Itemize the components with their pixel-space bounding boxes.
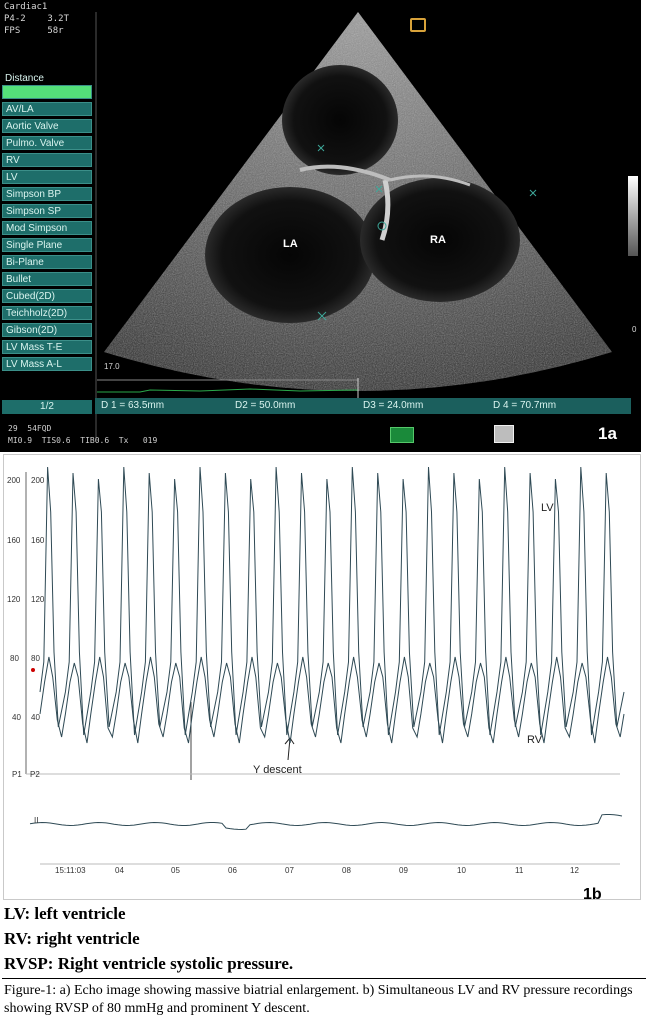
figure-caption: Figure-1: a) Echo image showing massive … [4, 983, 633, 1016]
echo-header-line-1: Cardiac1 [4, 2, 48, 12]
menu-item-single-plane[interactable]: Single Plane [2, 238, 92, 252]
label-lv-trace: LV [541, 502, 554, 514]
legend-lv: LV: left ventricle [4, 904, 126, 923]
menu-item-gibson[interactable]: Gibson(2D) [2, 323, 92, 337]
menu-item-mod-simpson[interactable]: Mod Simpson [2, 221, 92, 235]
time-tick: 06 [228, 866, 237, 875]
grayscale-bar [628, 176, 638, 256]
pressure-tracing [25, 466, 625, 865]
pressure-panel: 200 160 120 80 40 200 160 120 80 40 P1 P… [0, 452, 641, 904]
time-tick: 10 [457, 866, 466, 875]
time-tick: 12 [570, 866, 579, 875]
y-label-40-left: 40 [12, 713, 21, 722]
menu-item-teichholz[interactable]: Teichholz(2D) [2, 306, 92, 320]
menu-item-lv-mass-al[interactable]: LV Mass A-L [2, 357, 92, 371]
y-label-80-right: 80 [31, 654, 40, 663]
ecg-waveform [29, 814, 623, 831]
panel-tag-1a: 1a [598, 424, 617, 443]
menu-item-rv[interactable]: RV [2, 153, 92, 167]
menu-title: Distance [5, 73, 44, 84]
print-indicator-icon [494, 425, 514, 443]
time-tick: 05 [171, 866, 180, 875]
y-label-200-right: 200 [31, 476, 45, 485]
echo-footer-line-2: MI0.9 TIS0.6 TIB0.6 Tx 019 [8, 436, 158, 445]
menu-page-indicator[interactable]: 1/2 [2, 400, 92, 414]
menu-item-simpson-bp[interactable]: Simpson BP [2, 187, 92, 201]
y-label-160-left: 160 [7, 536, 21, 545]
measurement-menu: Distance Mitral Valve AV/LA Aortic Valve… [2, 72, 92, 374]
measurement-d4: D 4 = 70.7mm [493, 400, 557, 411]
menu-item-bullet[interactable]: Bullet [2, 272, 92, 286]
time-tick: 09 [399, 866, 408, 875]
echo-header-line-3: FPS 58r [4, 26, 64, 36]
measurement-results-bar: D 1 = 63.5mm D2 = 50.0mm D3 = 24.0mm D 4… [95, 398, 631, 414]
time-tick: 11 [515, 866, 524, 875]
measurement-d3: D3 = 24.0mm [363, 400, 424, 411]
orientation-marker-icon [410, 18, 426, 32]
menu-item-pulmo-valve[interactable]: Pulmo. Valve [2, 136, 92, 150]
echo-header-line-2: P4-2 3.2T [4, 14, 70, 24]
menu-item-av-la[interactable]: AV/LA [2, 102, 92, 116]
p1-label: P1 [12, 770, 22, 779]
menu-item-aortic-valve[interactable]: Aortic Valve [2, 119, 92, 133]
legend-rvsp: RVSP: Right ventricle systolic pressure. [4, 954, 294, 973]
y-label-120-left: 120 [7, 595, 21, 604]
y-label-160-right: 160 [31, 536, 45, 545]
time-tick: 04 [115, 866, 124, 875]
y-label-200-left: 200 [7, 476, 21, 485]
depth-label: 17.0 [104, 362, 120, 371]
time-tick: 07 [285, 866, 294, 875]
measurement-d2: D2 = 50.0mm [235, 400, 296, 411]
menu-item-lv-mass-te[interactable]: LV Mass T-E [2, 340, 92, 354]
ecg-lead-label: II [34, 816, 39, 825]
echo-sector-image [95, 12, 612, 440]
label-y-descent: Y descent [253, 764, 302, 776]
p2-label: P2 [30, 770, 40, 779]
freeze-indicator-icon [390, 427, 414, 443]
rv-pressure-waveform [39, 656, 625, 744]
y-label-120-right: 120 [31, 595, 45, 604]
time-tick: 15:11:03 [55, 866, 86, 875]
menu-item-bi-plane[interactable]: Bi-Plane [2, 255, 92, 269]
caption-divider [2, 978, 646, 979]
menu-item-simpson-sp[interactable]: Simpson SP [2, 204, 92, 218]
menu-item-cubed[interactable]: Cubed(2D) [2, 289, 92, 303]
label-ra: RA [430, 234, 446, 246]
label-rv-trace: RV [527, 734, 543, 746]
panel-tag-1b: 1b [583, 886, 602, 903]
echo-footer-line-1: 29 54FQD [8, 424, 52, 433]
label-la: LA [283, 238, 298, 250]
echo-panel: Cardiac1 P4-2 3.2T FPS 58r Distance Mitr… [0, 0, 641, 452]
measurement-d1: D 1 = 63.5mm [101, 400, 165, 411]
y-label-80-left: 80 [10, 654, 19, 663]
menu-item-mitral-valve[interactable]: Mitral Valve [2, 85, 92, 99]
legend-rv: RV: right ventricle [4, 929, 140, 948]
scale-zero: 0 [632, 325, 637, 334]
time-tick: 08 [342, 866, 351, 875]
menu-item-lv[interactable]: LV [2, 170, 92, 184]
y-label-40-right: 40 [31, 713, 40, 722]
